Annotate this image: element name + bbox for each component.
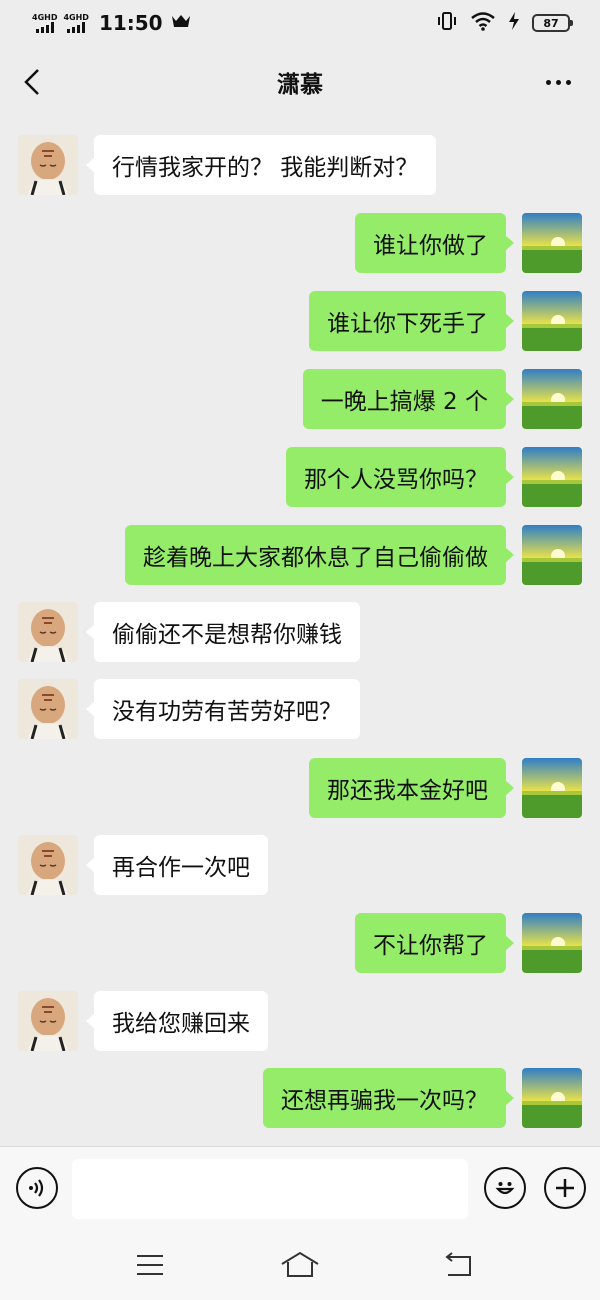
input-bar (0, 1146, 600, 1230)
message-sent: 谁让你下死手了 (0, 291, 600, 353)
message-bubble[interactable]: 谁让你下死手了 (309, 291, 514, 351)
back-icon (445, 1252, 471, 1276)
message-sent: 一晚上搞爆 2 个 (0, 369, 600, 431)
crown-icon (171, 13, 191, 33)
wifi-icon (470, 11, 496, 35)
my-avatar[interactable] (522, 369, 582, 429)
message-sent: 那还我本金好吧 (0, 758, 600, 820)
status-bar: 4GHD 4GHD 11:50 87 (0, 0, 600, 46)
emoji-button[interactable] (484, 1167, 526, 1209)
back-button[interactable] (14, 64, 50, 100)
my-avatar[interactable] (522, 447, 582, 507)
more-dots-icon (545, 79, 551, 85)
battery-indicator: 87 (532, 14, 573, 32)
my-avatar[interactable] (522, 213, 582, 273)
charging-icon (508, 12, 520, 34)
chevron-left-icon (24, 69, 39, 95)
more-functions-button[interactable] (544, 1167, 586, 1209)
message-sent: 趁着晚上大家都休息了自己偷偷做 (0, 525, 600, 587)
network-type-label: 4GHD (63, 13, 89, 22)
vibrate-icon (436, 11, 458, 35)
contact-avatar[interactable] (18, 679, 78, 739)
message-bubble[interactable]: 那还我本金好吧 (309, 758, 514, 818)
network-type-label: 4GHD (32, 13, 58, 22)
status-right-group: 87 (436, 11, 573, 35)
signal-indicator-1: 4GHD (32, 13, 57, 33)
menu-icon (137, 1255, 163, 1275)
chat-title: 潇慕 (277, 72, 323, 98)
contact-avatar[interactable] (18, 135, 78, 195)
signal-indicator-2: 4GHD (63, 13, 89, 33)
plus-icon (556, 1179, 574, 1197)
message-bubble[interactable]: 偷偷还不是想帮你赚钱 (86, 602, 360, 662)
my-avatar[interactable] (522, 525, 582, 585)
status-time: 11:50 (98, 11, 163, 35)
nav-back-button[interactable] (438, 1248, 478, 1282)
emoji-icon (495, 1182, 515, 1195)
contact-avatar[interactable] (18, 835, 78, 895)
chat-header: 潇慕 (0, 46, 600, 118)
my-avatar[interactable] (522, 291, 582, 351)
contact-avatar[interactable] (18, 602, 78, 662)
home-icon (281, 1251, 319, 1277)
my-avatar[interactable] (522, 758, 582, 818)
message-received: 没有功劳有苦劳好吧？ (0, 679, 600, 741)
system-nav-bar (0, 1230, 600, 1300)
message-received: 再合作一次吧 (0, 835, 600, 897)
my-avatar[interactable] (522, 1068, 582, 1128)
message-bubble[interactable]: 那个人没骂你吗？ (286, 447, 514, 507)
chat-screen: 4GHD 4GHD 11:50 87 潇慕 行情我家开的？ 我能判断对？ 谁让你… (0, 0, 600, 1300)
my-avatar[interactable] (522, 913, 582, 973)
message-sent: 那个人没骂你吗？ (0, 447, 600, 509)
voice-input-button[interactable] (16, 1167, 58, 1209)
message-bubble[interactable]: 一晚上搞爆 2 个 (302, 369, 515, 429)
message-bubble[interactable]: 没有功劳有苦劳好吧？ (86, 679, 360, 739)
signal-bars-icon (67, 22, 86, 33)
message-sent: 还想再骗我一次吗？ (0, 1068, 600, 1130)
message-input[interactable] (72, 1159, 468, 1219)
message-bubble[interactable]: 不让你帮了 (355, 913, 514, 973)
voice-icon (29, 1179, 44, 1197)
message-bubble[interactable]: 我给您赚回来 (86, 991, 268, 1051)
nav-menu-button[interactable] (130, 1248, 170, 1282)
message-bubble[interactable]: 谁让你做了 (355, 213, 514, 273)
contact-avatar[interactable] (18, 991, 78, 1051)
signal-bars-icon (35, 22, 54, 33)
message-received: 偷偷还不是想帮你赚钱 (0, 602, 600, 664)
message-list[interactable]: 行情我家开的？ 我能判断对？ 谁让你做了 谁让你下死手了 一晚上搞爆 2 个 那… (0, 118, 600, 1145)
more-options-button[interactable] (538, 64, 578, 100)
message-bubble[interactable]: 趁着晚上大家都休息了自己偷偷做 (125, 525, 514, 585)
nav-home-button[interactable] (280, 1248, 320, 1282)
message-bubble[interactable]: 还想再骗我一次吗？ (263, 1068, 514, 1128)
message-received: 行情我家开的？ 我能判断对？ (0, 135, 600, 197)
message-sent: 谁让你做了 (0, 213, 600, 275)
message-bubble[interactable]: 再合作一次吧 (86, 835, 268, 895)
message-sent: 不让你帮了 (0, 913, 600, 975)
message-received: 我给您赚回来 (0, 991, 600, 1053)
message-bubble[interactable]: 行情我家开的？ 我能判断对？ (85, 135, 437, 195)
